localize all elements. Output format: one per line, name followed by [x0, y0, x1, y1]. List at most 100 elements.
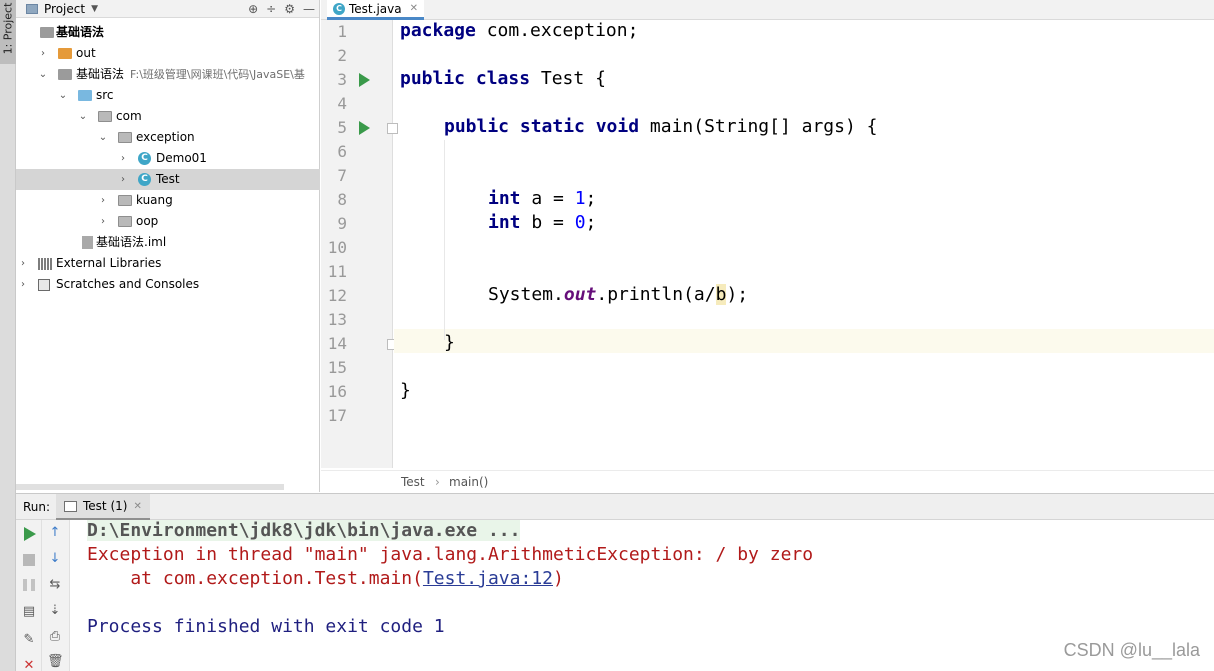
stop-icon[interactable]: [23, 554, 35, 566]
tree-item-root-module[interactable]: 基础语法: [16, 22, 320, 43]
console-output[interactable]: D:\Environment\jdk8\jdk\bin\java.exe ...…: [78, 520, 1214, 671]
chevron-right-icon[interactable]: ›: [118, 169, 128, 190]
code-line-9: int b = 0;: [488, 212, 596, 233]
chevron-down-icon[interactable]: ▼: [91, 4, 98, 14]
run-toolbar-secondary: ↑ ↓ ⇆ ⇣ ⎙ 🗑: [42, 520, 70, 671]
arrow-down-icon[interactable]: ↓: [47, 551, 63, 567]
chevron-down-icon[interactable]: ⌄: [98, 127, 108, 148]
breadcrumb-item-class[interactable]: Test: [401, 471, 425, 493]
tree-item-label: src: [96, 88, 114, 102]
soft-wrap-icon[interactable]: ⇆: [47, 577, 63, 593]
rerun-icon[interactable]: [24, 527, 36, 541]
code-editor: C Test.java ✕ 1 2 3 4 5 6 7 8 9 10 11 12…: [321, 0, 1214, 492]
tree-item-label: exception: [136, 130, 195, 144]
tree-item-test[interactable]: › C Test: [16, 169, 320, 190]
line-number: 14: [327, 334, 347, 353]
tree-item-label: com: [116, 109, 142, 123]
line-number: 5: [337, 118, 347, 137]
project-view-selector[interactable]: Project: [44, 2, 85, 16]
java-class-icon: C: [138, 173, 151, 186]
tree-item-iml[interactable]: 基础语法.iml: [16, 232, 320, 253]
line-number: 4: [337, 94, 347, 113]
tree-item-exception[interactable]: ⌄ exception: [16, 127, 320, 148]
pin-icon[interactable]: ✎: [21, 632, 37, 648]
project-tool-window-label: 1: Project: [1, 2, 15, 55]
tree-item-src[interactable]: ⌄ src: [16, 85, 320, 106]
hide-icon[interactable]: —: [303, 2, 315, 16]
breadcrumb-item-method[interactable]: main(): [449, 471, 488, 493]
tree-item-out[interactable]: › out: [16, 43, 320, 64]
code-text: ;: [585, 188, 597, 209]
package-icon: [98, 111, 112, 122]
tree-item-com[interactable]: ⌄ com: [16, 106, 320, 127]
tree-item-label: Demo01: [156, 151, 207, 165]
code-area[interactable]: package com.exception; public class Test…: [394, 20, 1214, 468]
trash-icon[interactable]: 🗑: [47, 654, 64, 670]
console-command-line: D:\Environment\jdk8\jdk\bin\java.exe ...: [87, 520, 521, 541]
project-tool-window-tab[interactable]: 1: Project: [0, 0, 16, 64]
code-text: System.: [488, 284, 564, 305]
chevron-right-icon[interactable]: ›: [98, 190, 108, 211]
console-stacktrace-line: at com.exception.Test.main(Test.java:12): [87, 568, 564, 589]
locate-icon[interactable]: ⊕: [248, 2, 258, 16]
tree-item-module[interactable]: ⌄ 基础语法 F:\班级管理\网课班\代码\JavaSE\基: [16, 64, 320, 85]
code-line-3: public class Test {: [400, 68, 606, 89]
tree-item-external-libraries[interactable]: › External Libraries: [16, 253, 320, 274]
run-method-icon[interactable]: [359, 121, 370, 135]
editor-tab-test-java[interactable]: C Test.java ✕: [327, 0, 424, 20]
chevron-right-icon[interactable]: ›: [18, 274, 28, 295]
chevron-down-icon[interactable]: ⌄: [58, 85, 68, 106]
package-icon: [118, 216, 132, 227]
run-tool-window: Run: Test (1) ✕ ▤ ✎ ✕ ↑ ↓ ⇆ ⇣ ⎙ 🗑 D:\Env…: [16, 493, 1214, 671]
scroll-to-end-icon[interactable]: ⇣: [47, 603, 63, 619]
run-label: Run:: [23, 500, 51, 514]
left-tool-strip: 1: Project: [0, 0, 16, 671]
tree-item-kuang[interactable]: › kuang: [16, 190, 320, 211]
restore-layout-icon[interactable]: ▤: [21, 604, 37, 620]
chevron-right-icon[interactable]: ›: [38, 43, 48, 64]
chevron-right-icon[interactable]: ›: [118, 148, 128, 169]
arrow-up-icon[interactable]: ↑: [47, 525, 63, 541]
source-folder-icon: [78, 90, 92, 101]
scratches-icon: [38, 279, 50, 291]
gear-icon[interactable]: ⚙: [284, 2, 295, 16]
code-line-12: System.out.println(a/b);: [488, 284, 748, 305]
keyword: int: [488, 212, 521, 233]
libraries-icon: [38, 258, 52, 270]
collapse-all-icon[interactable]: ÷: [266, 2, 276, 16]
module-path: F:\班级管理\网课班\代码\JavaSE\基: [130, 68, 305, 81]
tree-item-label: External Libraries: [56, 256, 162, 270]
tree-item-label: 基础语法 F:\班级管理\网课班\代码\JavaSE\基: [76, 64, 305, 85]
line-number: 3: [337, 70, 347, 89]
chevron-down-icon[interactable]: ⌄: [38, 64, 48, 85]
stacktrace-source-link[interactable]: Test.java:12: [423, 568, 553, 589]
tree-item-oop[interactable]: › oop: [16, 211, 320, 232]
print-icon[interactable]: ⎙: [47, 629, 63, 645]
tree-item-label: oop: [136, 214, 159, 228]
close-icon[interactable]: ✕: [410, 3, 418, 14]
run-tab-test[interactable]: Test (1) ✕: [56, 494, 150, 520]
tree-item-scratches[interactable]: › Scratches and Consoles: [16, 274, 320, 295]
line-number: 9: [337, 214, 347, 233]
project-horizontal-scrollbar[interactable]: [16, 484, 284, 490]
pause-icon[interactable]: [23, 579, 35, 591]
code-text: .println(a/: [596, 284, 716, 305]
line-number: 17: [327, 406, 347, 425]
line-number: 15: [327, 358, 347, 377]
close-icon[interactable]: ✕: [133, 501, 141, 512]
close-run-icon[interactable]: ✕: [21, 658, 37, 671]
watermark: CSDN @lu__lala: [1063, 640, 1200, 660]
chevron-right-icon[interactable]: ›: [18, 253, 28, 274]
console-exception-line: Exception in thread "main" java.lang.Ari…: [87, 544, 814, 565]
line-number: 11: [327, 262, 347, 281]
chevron-right-icon[interactable]: ›: [98, 211, 108, 232]
tree-item-demo01[interactable]: › C Demo01: [16, 148, 320, 169]
tree-item-label: kuang: [136, 193, 173, 207]
run-panel-header: Run: Test (1) ✕: [16, 494, 1214, 520]
breadcrumb: Test › main(): [321, 470, 1214, 492]
line-number: 1: [337, 22, 347, 41]
chevron-down-icon[interactable]: ⌄: [78, 106, 88, 127]
run-class-icon[interactable]: [359, 73, 370, 87]
package-icon: [118, 132, 132, 143]
stacktrace-text: at com.exception.Test.main(: [87, 568, 423, 589]
